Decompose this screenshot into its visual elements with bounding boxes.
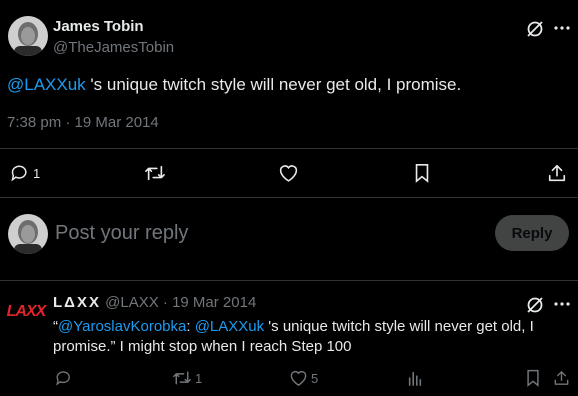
retweet-action[interactable] — [144, 163, 166, 183]
reply-input[interactable]: Post your reply — [55, 222, 188, 245]
more-options-icon[interactable] — [553, 295, 571, 313]
reply-header: LΔXX @LAXX · 19 Mar 2014 — [53, 294, 256, 311]
analytics-icon — [408, 371, 422, 386]
text-separator: : — [186, 318, 195, 335]
reply-text-line1: 's unique twitch style will never get ol… — [264, 318, 534, 335]
like-count: 5 — [311, 370, 319, 386]
bookmark-icon — [415, 164, 429, 183]
share-action[interactable] — [553, 369, 570, 387]
tweet-timestamp[interactable]: 7:38 pm · 19 Mar 2014 — [7, 114, 159, 131]
like-action[interactable] — [278, 163, 299, 183]
reply-count: 1 — [33, 165, 41, 181]
laxx-avatar[interactable]: LAXX — [5, 291, 47, 333]
reply-date[interactable]: · 19 Mar 2014 — [163, 294, 256, 311]
divider — [0, 197, 578, 198]
heart-icon — [290, 370, 307, 386]
tweet-text: @LAXXuk 's unique twitch style will neve… — [7, 74, 461, 96]
tweet-body: 's unique twitch style will never get ol… — [85, 75, 462, 94]
reply-author-name[interactable]: LΔXX — [53, 294, 101, 311]
share-action[interactable] — [547, 163, 567, 183]
composer-avatar[interactable] — [8, 214, 48, 254]
mention-link[interactable]: @LAXXuk — [195, 318, 264, 335]
retweet-action[interactable]: 1 — [172, 369, 202, 387]
reply-button[interactable]: Reply — [495, 215, 569, 251]
bookmark-action[interactable] — [525, 369, 541, 387]
reply-tweet-text: “@YaroslavKorobka: @LAXXuk 's unique twi… — [53, 317, 573, 357]
bookmark-icon — [527, 369, 539, 387]
reply-author-handle[interactable]: @LAXX — [105, 294, 159, 311]
avatar-photo-icon — [8, 214, 48, 254]
divider — [0, 148, 578, 149]
retweet-icon — [173, 371, 191, 385]
laxx-logo: LAXX — [6, 303, 47, 320]
more-options-icon[interactable] — [553, 19, 571, 37]
like-action[interactable]: 5 — [289, 369, 318, 387]
grok-icon[interactable] — [525, 295, 545, 315]
reply-action[interactable]: 1 — [10, 163, 40, 183]
reply-icon — [56, 371, 70, 386]
reply-icon — [11, 165, 27, 182]
share-icon — [548, 164, 566, 182]
retweet-count: 1 — [195, 370, 203, 386]
avatar-photo-icon — [8, 16, 48, 56]
divider — [0, 280, 578, 281]
author-name[interactable]: James Tobin — [53, 18, 144, 35]
mention-link[interactable]: @LAXXuk — [7, 75, 86, 94]
retweet-icon — [145, 165, 165, 181]
author-handle[interactable]: @TheJamesTobin — [53, 39, 174, 56]
author-avatar[interactable] — [8, 16, 48, 56]
bookmark-action[interactable] — [413, 163, 431, 183]
mention-link[interactable]: @YaroslavKorobka — [58, 318, 186, 335]
heart-icon — [279, 165, 298, 182]
reply-text-line2: promise.” I might stop when I reach Step… — [53, 338, 352, 355]
views-action[interactable] — [407, 369, 423, 387]
grok-icon[interactable] — [525, 19, 545, 39]
share-icon — [554, 371, 569, 385]
reply-action[interactable] — [55, 369, 73, 387]
